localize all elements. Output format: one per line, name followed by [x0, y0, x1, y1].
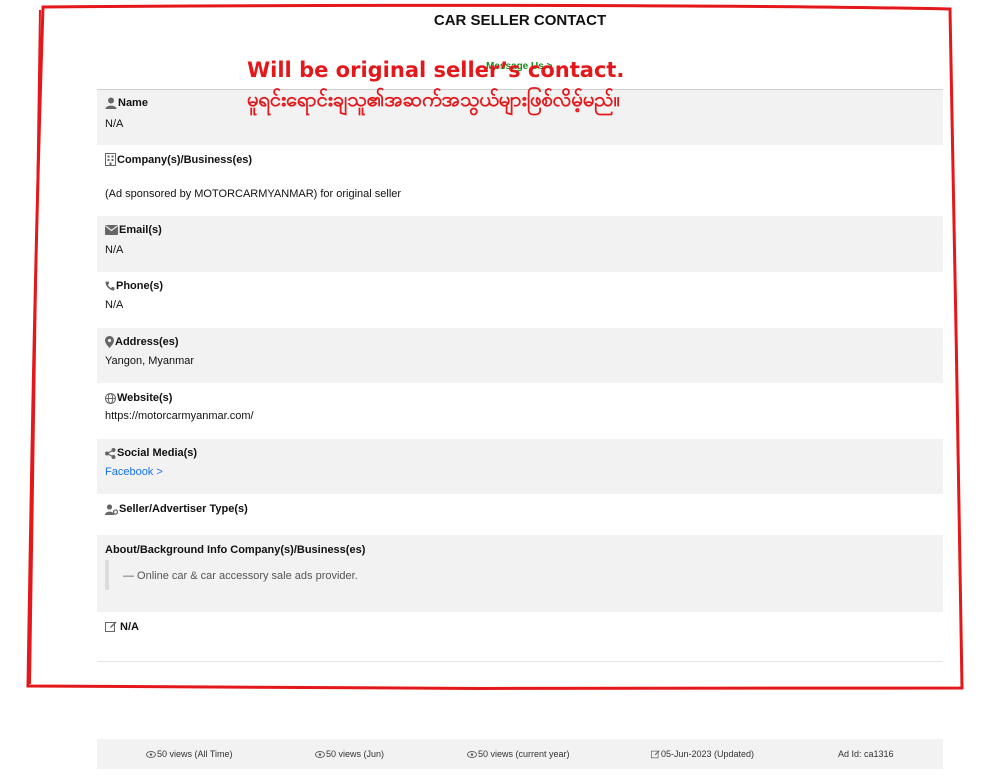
annotation-outline	[26, 3, 964, 691]
updated-date: 05-Jun-2023 (Updated)	[661, 749, 755, 759]
views-year: 50 views (current year)	[478, 749, 570, 759]
views-month: 50 views (Jun)	[326, 749, 385, 759]
stats-bar: 50 views (All Time) 50 views (Jun) 50 vi…	[97, 739, 943, 769]
ad-id: Ad Id: ca1316	[838, 749, 894, 759]
eye-icon	[467, 750, 477, 758]
views-all-time: 50 views (All Time)	[157, 749, 233, 759]
edit-icon	[651, 749, 660, 759]
annotation-burmese: မူရင်းရောင်းချသူ၏အဆက်အသွယ်များဖြစ်လိမ့်မ…	[247, 87, 620, 111]
eye-icon	[146, 750, 156, 758]
annotation-english: Will be original seller’s contact.	[247, 58, 625, 82]
eye-icon	[315, 750, 325, 758]
